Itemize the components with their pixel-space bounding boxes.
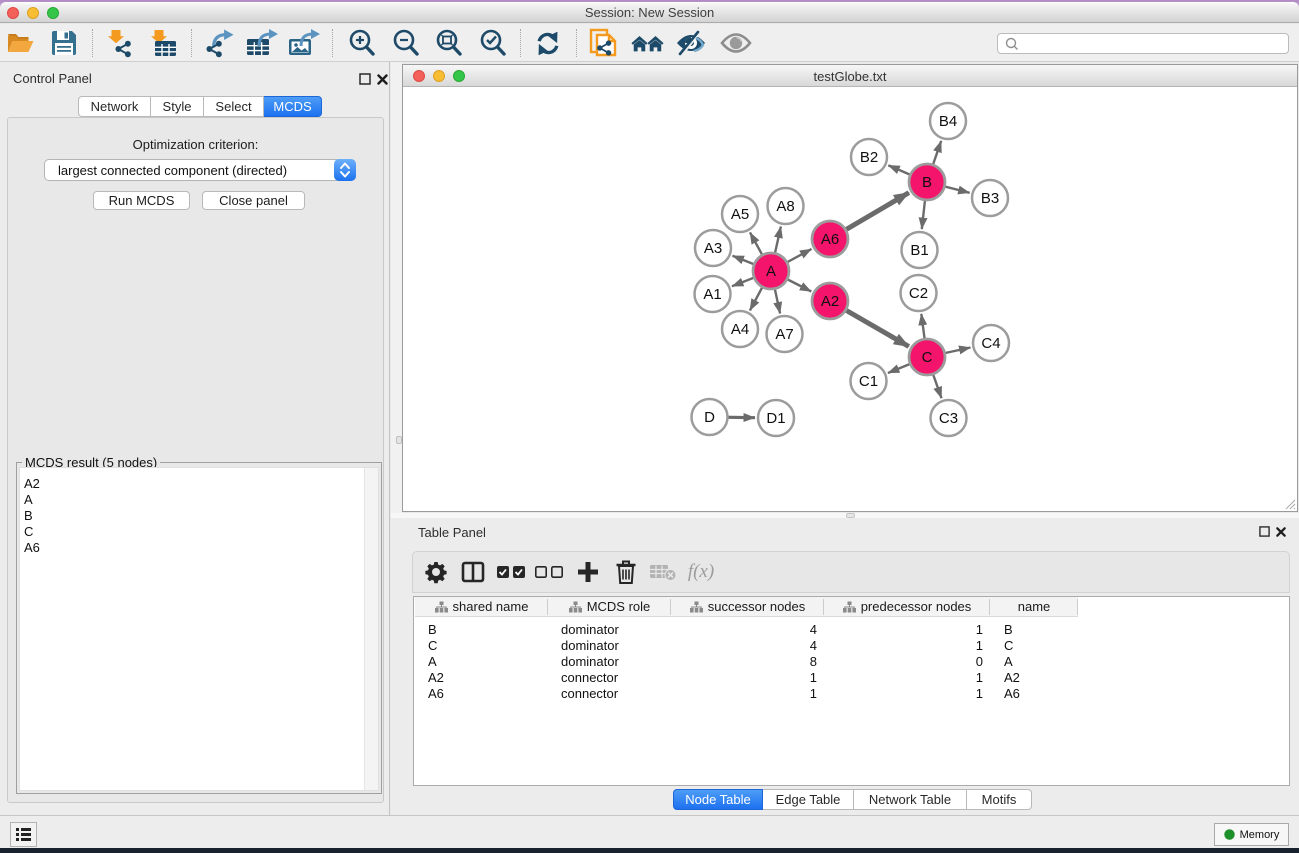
- svg-text:B1: B1: [910, 242, 928, 259]
- svg-text:C2: C2: [909, 285, 928, 302]
- svg-text:A6: A6: [821, 231, 839, 248]
- svg-text:A8: A8: [776, 198, 794, 215]
- svg-text:A2: A2: [821, 293, 839, 310]
- svg-text:B3: B3: [981, 190, 999, 207]
- svg-text:A5: A5: [731, 206, 749, 223]
- svg-text:A1: A1: [703, 286, 721, 303]
- svg-text:A7: A7: [775, 326, 793, 343]
- svg-text:B4: B4: [939, 113, 957, 130]
- svg-text:A4: A4: [731, 321, 749, 338]
- svg-text:A3: A3: [704, 240, 722, 257]
- svg-text:B2: B2: [860, 149, 878, 166]
- svg-text:C: C: [922, 349, 933, 366]
- svg-text:D: D: [704, 409, 715, 426]
- svg-text:A: A: [766, 263, 776, 280]
- svg-text:D1: D1: [766, 410, 785, 427]
- svg-text:C1: C1: [859, 373, 878, 390]
- svg-text:C4: C4: [981, 335, 1000, 352]
- svg-text:C3: C3: [939, 410, 958, 427]
- svg-text:B: B: [922, 174, 932, 191]
